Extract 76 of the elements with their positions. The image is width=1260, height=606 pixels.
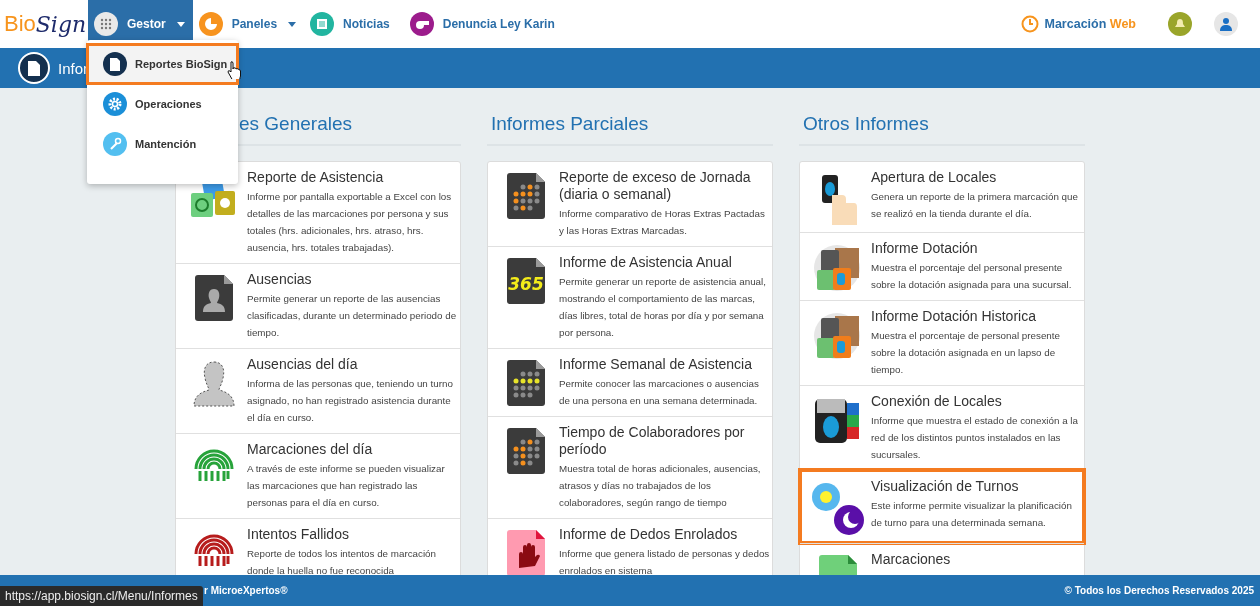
hand-document-icon (507, 530, 545, 575)
column-heading: Otros Informes (799, 113, 1085, 146)
report-title: Informe de Dedos Enrolados (559, 526, 739, 543)
report-description: Permite conocer las marcaciones o ausencias de una persona en una semana determinada. (559, 377, 760, 408)
report-description: Informe comparativo de Horas Extras Pactadas y las Horas Extras Marcadas. (559, 207, 766, 238)
document-icon (507, 428, 545, 474)
report-item[interactable]: Informe Dotación Muestra el porcentaje del personal presente sobre la dotación asignada para una sucursal. (800, 232, 1084, 300)
report-description: Permite generar un reporte de las ausencias clasificadas, durante un determinado periodo de tiempo. (247, 292, 458, 340)
report-item[interactable]: Informe Semanal de Asistencia Permite conocer las marcaciones o ausencias de una persona en una semana determinada. (488, 348, 772, 416)
report-description: Genera un reporte de la primera marcación que se realizó en la tienda durante el día. (871, 190, 1079, 221)
menu-item[interactable]: Reportes BioSign (87, 44, 238, 84)
hand-cursor-icon (227, 61, 241, 79)
report-item[interactable]: Marcaciones del día A través de este informe se pueden visualizar las marcaciones que han registrado las personas para el día en curso. (176, 433, 460, 518)
report-description: Permite generar un reporte de asistencia anual, mostrando el comportamiento de las marcas, días libres, total de horas por día y por semana por persona. (559, 275, 767, 340)
report-item[interactable]: Reporte de exceso de Jornada (diaria o semanal) Informe comparativo de Horas Extras Pactadas y las Horas Extras Marcadas. (488, 162, 772, 246)
status-url: https://app.biosign.cl/Menu/Informes (0, 586, 203, 606)
report-title: Apertura de Locales (871, 169, 998, 186)
report-item[interactable]: 365 Informe de Asistencia Anual Permite generar un reporte de asistencia anual, mostrando el comportamiento de las marcas, días libres, total de horas por día y por semana por persona. (488, 246, 772, 348)
column-heading: Informes Parciales (487, 113, 773, 146)
notification-bell-icon[interactable] (1168, 12, 1192, 36)
report-item[interactable]: Ausencias del día Informa de las personas que, teniendo un turno asignado, no han registrado asistencia durante el día en curso. (176, 348, 460, 433)
report-description: Informa de las personas que, teniendo un turno asignado, no han registrado asistencia durante el día en curso. (247, 377, 454, 425)
report-item[interactable]: Conexión de Locales Informe que muestra el estado de conexión a la red de los distintos puntos instalados en las sucursales. (800, 385, 1084, 470)
document-icon: 365 (507, 258, 545, 304)
marcacion-web-link[interactable]: Marcación Web (1020, 0, 1136, 48)
logo[interactable]: BioSign (4, 0, 88, 48)
user-avatar-icon[interactable] (1214, 12, 1238, 36)
report-title: Ausencias del día (247, 356, 359, 373)
grid-icon (94, 12, 118, 36)
document-icon (103, 52, 127, 76)
report-title: Informe Dotación (871, 240, 979, 257)
wrench-icon (103, 132, 127, 156)
report-item[interactable]: Informe Dotación Historica Muestra el porcentaje de personal presente sobre la dotación asignada en un lapso de tiempo. (800, 300, 1084, 385)
report-title: Intentos Fallidos (247, 526, 350, 543)
box-devices-icon (813, 244, 863, 292)
document-person-icon (195, 275, 233, 321)
report-title: Conexión de Locales (871, 393, 1003, 410)
pie-chart-icon (198, 12, 223, 36)
report-title: Reporte de exceso de Jornada (diaria o semanal) (559, 169, 752, 203)
report-description: Muestra total de horas adicionales, ausencias, atrasos y días no trabajados de los colaboradores, según rango de tiempo (559, 462, 762, 510)
report-description: Informe por pantalla exportable a Excel con los detalles de las marcaciones por persona y sus totales (hrs. adicionales, hrs. atraso, hrs. ausencia, hrs. totales trabajadas). (247, 190, 453, 255)
report-title: Reporte de Asistencia (247, 169, 385, 186)
report-description: Informe que genera listado de personas y dedos enrolados en sistema (559, 547, 770, 575)
report-description: Este informe permite visualizar la planificación de turno para una determinada semana. (871, 499, 1073, 530)
report-title: Marcaciones (871, 551, 951, 568)
footer-credit: r MicroeXpertos® (204, 585, 288, 596)
report-title: Marcaciones del día (247, 441, 374, 458)
report-title: Tiempo de Colaboradores por período (559, 424, 746, 458)
page-title: Infor (58, 59, 88, 77)
sun-moon-icon (811, 482, 865, 536)
newspaper-icon (310, 12, 335, 36)
nav-item[interactable]: Noticias (304, 0, 404, 48)
whistle-icon (409, 12, 434, 36)
clock-icon (1020, 15, 1039, 33)
nav-item[interactable]: Denuncia Ley Karin (403, 0, 569, 48)
report-title: Informe Dotación Historica (871, 308, 1037, 325)
report-item[interactable]: Ausencias Permite generar un reporte de las ausencias clasificadas, durante un determinado periodo de tiempo. (176, 263, 460, 348)
document-icon (18, 52, 50, 84)
report-description: Informe que muestra el estado de conexión a la red de los distintos puntos instalados en las sucursales. (871, 414, 1079, 462)
box-devices-icon (813, 312, 863, 360)
report-item[interactable]: Tiempo de Colaboradores por período Muestra total de horas adicionales, ausencias, atrasos y días no trabajados de los colaboradores, según rango de tiempo (488, 416, 772, 518)
report-description: A través de este informe se pueden visualizar las marcaciones que han registrado las personas para el día en curso. (247, 462, 446, 510)
report-title: Informe de Asistencia Anual (559, 254, 733, 271)
report-item[interactable]: Visualización de Turnos Este informe permite visualizar la planificación de turno para una determinada semana. (800, 470, 1084, 543)
report-description: Reporte de todos los intentos de marcación donde la huella no fue reconocida (247, 547, 437, 575)
person-icon (192, 360, 236, 408)
report-title: Informe Semanal de Asistencia (559, 356, 753, 373)
report-item[interactable]: Apertura de Locales Genera un reporte de la primera marcación que se realizó en la tienda durante el día. (800, 162, 1084, 232)
report-description: Muestra el porcentaje de personal presente sobre la dotación asignada en un lapso de tiempo. (871, 329, 1061, 377)
document-icon (507, 360, 545, 406)
document-icon (507, 173, 545, 219)
report-title: Ausencias (247, 271, 313, 288)
report-description: Muestra el porcentaje del personal presente sobre la dotación asignada para una sucursal. (871, 261, 1073, 292)
settings-icon (103, 92, 127, 116)
copyright-text: © Todos los Derechos Reservados 2025 (1064, 585, 1254, 596)
report-title: Visualización de Turnos (871, 478, 1020, 495)
